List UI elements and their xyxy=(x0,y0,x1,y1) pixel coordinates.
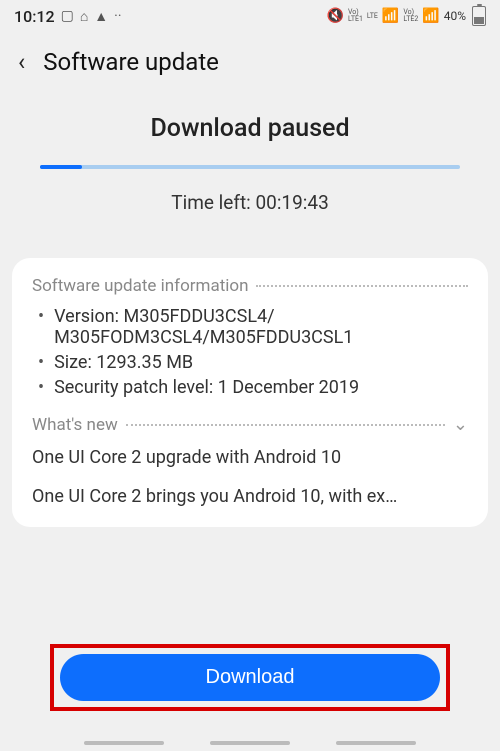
progress-bar xyxy=(40,165,460,169)
warning-icon: ▲ xyxy=(94,8,108,25)
download-status-block: Download paused Time left: 00:19:43 xyxy=(0,86,500,232)
status-time: 10:12 xyxy=(14,7,55,26)
network-label: LTE xyxy=(367,13,378,20)
battery-percent: 40% xyxy=(444,9,466,23)
info-version: Version: M305FDDU3CSL4/ M305FODM3CSL4/M3… xyxy=(38,306,468,348)
info-size: Size: 1293.35 MB xyxy=(38,352,468,373)
sim2-label: Vo) LTE2 xyxy=(403,9,418,23)
divider-dots xyxy=(126,424,445,426)
time-left-text: Time left: 00:19:43 xyxy=(30,191,470,214)
nav-bar xyxy=(0,741,500,745)
download-button[interactable]: Download xyxy=(60,654,440,701)
status-bar: 10:12 ▢ ⌂ ▲ ·· 🔇 Vo) LTE1 LTE 📶 Vo) LTE2… xyxy=(0,0,500,30)
update-info-card: Software update information Version: M30… xyxy=(12,258,488,527)
mute-icon: 🔇 xyxy=(327,8,344,24)
battery-icon xyxy=(472,6,486,26)
back-icon[interactable]: ‹ xyxy=(18,48,25,76)
info-section-label: Software update information xyxy=(32,276,248,296)
nav-back[interactable] xyxy=(336,741,416,745)
signal2-icon: 📶 xyxy=(422,8,439,24)
nav-recents[interactable] xyxy=(84,741,164,745)
screen-icon: ⌂ xyxy=(80,8,88,25)
nav-home[interactable] xyxy=(210,741,290,745)
image-icon: ▢ xyxy=(61,8,74,24)
info-list: Version: M305FDDU3CSL4/ M305FODM3CSL4/M3… xyxy=(32,306,468,398)
chevron-down-icon[interactable]: ⌄ xyxy=(453,414,468,435)
whatsnew-headline: One UI Core 2 upgrade with Android 10 xyxy=(32,447,468,468)
whatsnew-section-label: What's new xyxy=(32,415,118,435)
divider-dots xyxy=(256,285,468,287)
download-highlight: Download xyxy=(50,644,450,711)
app-header: ‹ Software update xyxy=(0,30,500,86)
whatsnew-header[interactable]: What's new ⌄ xyxy=(32,414,468,435)
signal1-icon: 📶 xyxy=(382,8,399,24)
more-icon: ·· xyxy=(114,8,121,24)
progress-fill xyxy=(40,165,82,169)
page-title: Software update xyxy=(43,48,219,76)
info-patch: Security patch level: 1 December 2019 xyxy=(38,377,468,398)
download-status-text: Download paused xyxy=(30,114,470,143)
sim1-label: Vo) LTE1 xyxy=(348,9,363,23)
whatsnew-body: One UI Core 2 brings you Android 10, wit… xyxy=(32,486,468,507)
